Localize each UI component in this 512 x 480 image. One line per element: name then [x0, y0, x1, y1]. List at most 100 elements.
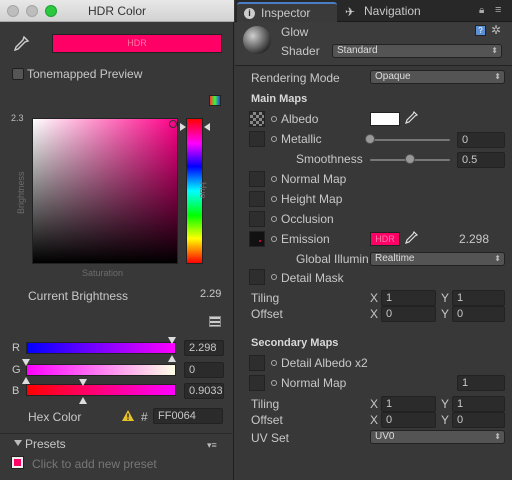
panel-menu-icon[interactable]: ≡ — [495, 4, 501, 16]
channel-g-knob[interactable] — [22, 359, 30, 366]
presets-menu-icon[interactable]: ▾≡ — [207, 440, 217, 451]
hdr-color-swatch[interactable]: HDR — [52, 34, 222, 53]
emission-color-swatch[interactable]: HDR — [370, 232, 400, 246]
occlusion-texture-slot[interactable] — [249, 211, 265, 227]
emission-texture-dot — [259, 240, 261, 242]
emission-texture-slot[interactable] — [249, 231, 265, 247]
secondary-normal-scale-field[interactable]: 1 — [457, 375, 505, 391]
metallic-select-icon[interactable] — [271, 136, 277, 142]
height-map-select-icon[interactable] — [271, 196, 277, 202]
emission-select-icon[interactable] — [271, 236, 277, 242]
albedo-select-icon[interactable] — [271, 116, 277, 122]
lock-icon[interactable]: 🔒︎ — [479, 5, 484, 16]
secondary-tiling-label: Tiling — [251, 397, 280, 411]
global-illumination-dropdown[interactable]: Realtime ⬍ — [370, 252, 505, 266]
secondary-tiling-x-field[interactable]: 1 — [381, 396, 436, 412]
secondary-normal-map-label: Normal Map — [281, 376, 347, 390]
channel-g-slider[interactable] — [26, 364, 176, 376]
channel-g-field[interactable]: 0 — [184, 362, 224, 378]
channel-r-slider[interactable] — [26, 342, 176, 354]
metallic-texture-slot[interactable] — [249, 131, 265, 147]
preset-swatch[interactable] — [11, 456, 24, 469]
detail-mask-texture-slot[interactable] — [249, 269, 265, 285]
albedo-color-swatch[interactable] — [370, 112, 400, 126]
emission-intensity-field[interactable]: 2.298 — [459, 232, 489, 246]
height-map-texture-slot[interactable] — [249, 191, 265, 207]
smoothness-slider-knob[interactable] — [405, 154, 415, 164]
presets-foldout-icon[interactable] — [14, 440, 22, 446]
smoothness-field[interactable]: 0.5 — [457, 152, 505, 168]
main-tiling-y-field[interactable]: 1 — [452, 290, 505, 306]
secondary-offset-y-field[interactable]: 0 — [452, 412, 505, 428]
secondary-tiling-y-field[interactable]: 1 — [452, 396, 505, 412]
main-tiling-x-field[interactable]: 1 — [381, 290, 436, 306]
tab-navigation[interactable]: ✈ Navigation — [340, 2, 440, 22]
metallic-slider-knob[interactable] — [365, 134, 375, 144]
main-offset-label: Offset — [251, 307, 283, 321]
hex-color-field[interactable]: FF0064 — [153, 408, 223, 424]
chevron-updown-icon: ⬍ — [491, 46, 498, 55]
saturation-brightness-picker[interactable] — [32, 118, 178, 264]
channel-r-field[interactable]: 2.298 — [184, 340, 224, 356]
detail-mask-label: Detail Mask — [281, 271, 344, 285]
help-icon[interactable]: ? — [475, 25, 486, 36]
hdr-color-window: HDR Color HDR Tonemapped Preview 2.3 Bri… — [0, 0, 234, 480]
presets-label[interactable]: Presets — [25, 437, 66, 451]
main-tiling-x-label: X — [370, 291, 379, 305]
secondary-normal-map-texture-slot[interactable] — [249, 375, 265, 391]
detail-albedo-label: Detail Albedo x2 — [281, 356, 368, 370]
uv-set-label: UV Set — [251, 431, 290, 445]
channel-g-label: G — [12, 364, 21, 376]
main-maps-title: Main Maps — [251, 93, 308, 105]
color-mode-icon[interactable] — [209, 95, 221, 106]
rendering-mode-dropdown[interactable]: Opaque ⬍ — [370, 70, 505, 84]
main-tiling-label: Tiling — [251, 291, 280, 305]
secondary-normal-map-select-icon[interactable] — [271, 380, 277, 386]
main-offset-y-field[interactable]: 0 — [452, 306, 505, 322]
eyedropper-icon[interactable] — [404, 111, 418, 125]
albedo-texture-slot[interactable] — [249, 111, 265, 127]
detail-mask-select-icon[interactable] — [271, 274, 277, 280]
detail-albedo-select-icon[interactable] — [271, 360, 277, 366]
normal-map-texture-slot[interactable] — [249, 171, 265, 187]
channel-b-knob[interactable] — [79, 379, 87, 386]
hue-axis-label: Hue — [198, 182, 208, 199]
uv-set-dropdown[interactable]: UV0 ⬍ — [370, 430, 505, 444]
navigation-icon: ✈ — [345, 5, 356, 19]
channel-r-knob-bottom[interactable] — [167, 355, 176, 362]
channel-b-field[interactable]: 0.9033 — [184, 383, 224, 399]
current-brightness-field[interactable]: 2.29 — [198, 287, 224, 303]
global-illumination-label: Global Illumin — [296, 252, 368, 266]
detail-albedo-texture-slot[interactable] — [249, 355, 265, 371]
chevron-updown-icon: ⬍ — [494, 432, 501, 441]
uv-set-value: UV0 — [375, 431, 395, 442]
secondary-offset-x-label: X — [370, 413, 379, 427]
presets-hint[interactable]: Click to add new preset — [32, 457, 157, 471]
window-title: HDR Color — [87, 4, 146, 18]
height-map-label: Height Map — [281, 192, 343, 206]
hue-right-marker[interactable] — [204, 123, 210, 131]
slider-mode-icon[interactable] — [209, 316, 221, 327]
channel-g-knob-bottom[interactable] — [22, 377, 30, 384]
occlusion-select-icon[interactable] — [271, 216, 277, 222]
gear-icon[interactable]: ✲ — [491, 23, 501, 37]
channel-b-knob-bottom[interactable] — [79, 397, 87, 404]
tab-inspector[interactable]: i Inspector — [237, 2, 337, 22]
window-titlebar[interactable]: HDR Color — [0, 0, 234, 22]
tonemapped-preview-label: Tonemapped Preview — [27, 67, 143, 81]
secondary-offset-x-field[interactable]: 0 — [381, 412, 436, 428]
shader-dropdown[interactable]: Standard ⬍ — [332, 44, 502, 58]
eyedropper-icon[interactable] — [404, 231, 418, 245]
main-offset-x-field[interactable]: 0 — [381, 306, 436, 322]
metallic-field[interactable]: 0 — [457, 132, 505, 148]
eyedropper-icon[interactable] — [12, 35, 30, 53]
channel-r-knob[interactable] — [167, 337, 176, 344]
normal-map-select-icon[interactable] — [271, 176, 277, 182]
material-preview-icon — [243, 26, 271, 54]
metallic-slider-track[interactable] — [370, 139, 450, 141]
sv-cursor[interactable] — [169, 120, 177, 128]
channel-b-slider[interactable] — [26, 384, 176, 396]
rendering-mode-label: Rendering Mode — [251, 71, 340, 85]
tonemapped-preview-checkbox[interactable] — [12, 68, 24, 80]
main-offset-x-label: X — [370, 307, 379, 321]
